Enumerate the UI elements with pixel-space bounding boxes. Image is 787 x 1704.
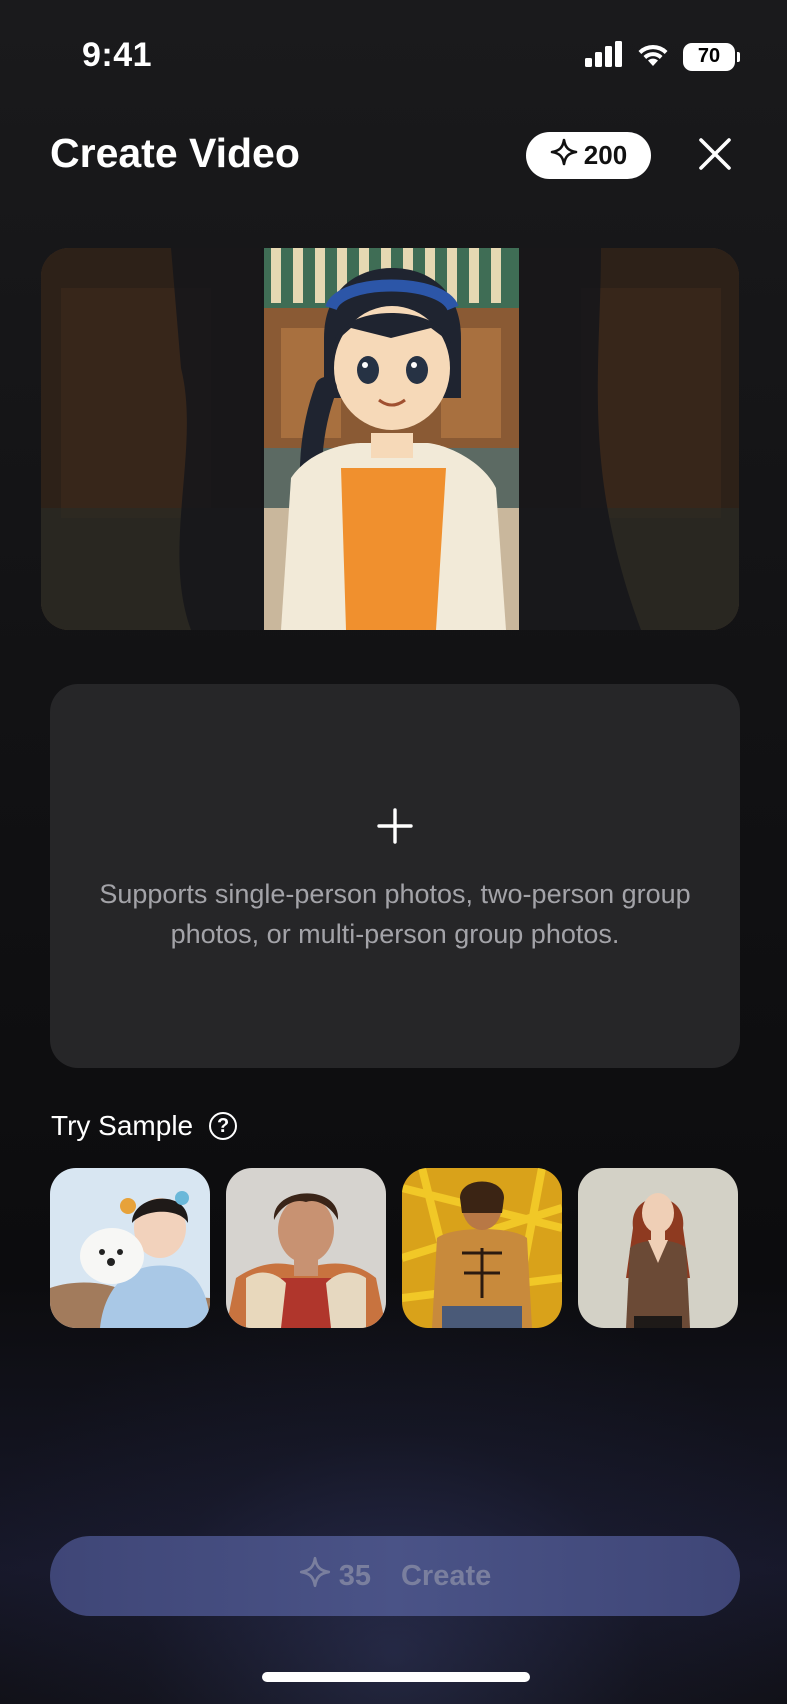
pixel-art-preview: [41, 248, 739, 630]
credits-count: 200: [583, 140, 628, 170]
credits-badge[interactable]: 200: [526, 132, 651, 179]
status-time: 9:41: [82, 36, 153, 74]
sample-thumbnails: [50, 1168, 738, 1328]
create-button[interactable]: 35 Create: [50, 1536, 740, 1616]
create-video-screen: 9:41 70 Create Video 200 Supports single…: [0, 0, 787, 1704]
page-title: Create Video: [50, 130, 300, 176]
battery-icon: 70: [683, 42, 740, 71]
plus-icon: [375, 806, 415, 846]
upload-hint: Supports single-person photos, two-perso…: [99, 879, 691, 949]
bottom-glow: [0, 1264, 787, 1704]
video-preview[interactable]: [41, 248, 739, 630]
status-icons: 70: [585, 41, 740, 72]
sample-woman-with-dog[interactable]: [50, 1168, 210, 1328]
sparkle-icon: [299, 1556, 331, 1596]
try-sample-label: Try Sample: [51, 1110, 194, 1141]
create-label: Create: [400, 1559, 492, 1592]
close-button[interactable]: [695, 136, 735, 176]
sparkle-icon: [550, 138, 578, 173]
home-indicator[interactable]: [262, 1672, 530, 1682]
create-cost: 35: [338, 1559, 371, 1592]
cellular-signal-icon: [585, 41, 623, 72]
wifi-icon: [635, 41, 671, 72]
sample-woman-redhead[interactable]: [578, 1168, 738, 1328]
try-sample-header: Try Sample ?: [51, 1110, 238, 1142]
sample-young-man[interactable]: [226, 1168, 386, 1328]
upload-photo-area[interactable]: Supports single-person photos, two-perso…: [50, 684, 740, 1068]
sample-man-golden[interactable]: [402, 1168, 562, 1328]
question-circle-icon[interactable]: ?: [209, 1112, 238, 1140]
close-icon: [698, 137, 732, 176]
